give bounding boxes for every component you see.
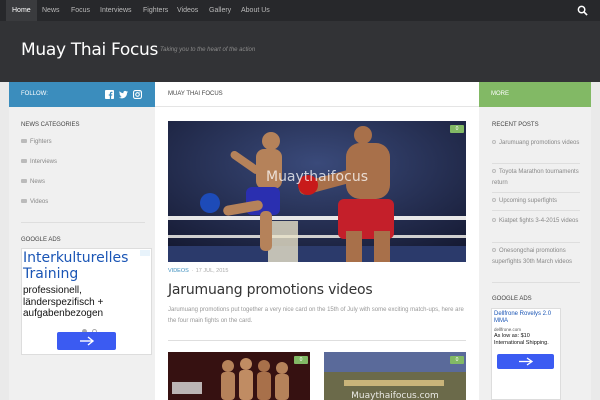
nav-interviews[interactable]: Interviews bbox=[94, 0, 138, 21]
left-sidebar: FOLLOW: NEWS CATEGORIES Fighters Intervi… bbox=[9, 82, 155, 400]
comment-count: 0 bbox=[455, 357, 459, 363]
ad-domain: dellfrone.com bbox=[494, 327, 522, 332]
divider bbox=[492, 192, 580, 193]
more-bar[interactable]: MORE bbox=[479, 82, 591, 107]
ad-arrow-button[interactable] bbox=[497, 354, 554, 369]
post-featured-image[interactable]: Muaythaifocus 0 bbox=[168, 121, 466, 262]
recent-post-link[interactable]: Toyota Marathon tournaments return bbox=[492, 167, 584, 189]
instagram-icon[interactable] bbox=[133, 90, 142, 99]
nav-gallery[interactable]: Gallery bbox=[203, 0, 237, 21]
ad-body: As low as: $10 International Shipping. bbox=[494, 333, 549, 346]
post-category-link[interactable]: VIDEOS bbox=[168, 268, 189, 274]
folder-icon bbox=[21, 139, 27, 143]
nav-videos[interactable]: Videos bbox=[171, 0, 204, 21]
category-link-videos[interactable]: Videos bbox=[21, 199, 48, 205]
post-meta: VIDEOS · 17 JUL, 2015 bbox=[168, 268, 229, 274]
facebook-icon[interactable] bbox=[105, 90, 114, 99]
recent-post-link[interactable]: Onesongchai promotions superfights 30th … bbox=[492, 246, 584, 268]
folder-icon bbox=[21, 199, 27, 203]
arrow-right-icon bbox=[519, 357, 534, 366]
divider bbox=[168, 340, 466, 341]
arrow-right-icon bbox=[80, 336, 95, 346]
divider bbox=[492, 282, 580, 283]
ad-headline[interactable]: Interkulturelles Training bbox=[23, 250, 148, 282]
bullet-icon bbox=[492, 198, 496, 202]
category-label: Videos bbox=[30, 199, 49, 205]
follow-bar: FOLLOW: bbox=[9, 82, 155, 107]
fighters-lineup-image bbox=[168, 352, 310, 400]
ad-banner-left[interactable]: Interkulturelles Training professionell,… bbox=[21, 248, 152, 355]
comment-count-badge[interactable]: 0 bbox=[450, 125, 464, 133]
category-label: Fighters bbox=[30, 139, 52, 145]
image-watermark: Muaythaifocus bbox=[266, 169, 368, 185]
site-header: Muay Thai Focus Taking you to the heart … bbox=[0, 21, 600, 82]
nav-home[interactable]: Home bbox=[6, 0, 37, 21]
ad-headline[interactable]: Dellfrone Rovelys 2.0 MMA bbox=[494, 311, 559, 325]
nav-about-us[interactable]: About Us bbox=[235, 0, 276, 21]
recent-post-title: Jarumuang promotions videos bbox=[499, 140, 580, 146]
site-tagline: Taking you to the heart of the action bbox=[160, 47, 256, 53]
right-sidebar: MORE RECENT POSTS Jarumuang promotions v… bbox=[479, 82, 591, 400]
ad-body: professionell, länderspezifisch + aufgab… bbox=[23, 285, 104, 319]
folder-icon bbox=[21, 159, 27, 163]
post-thumbnail[interactable]: 0 bbox=[168, 352, 310, 400]
divider bbox=[492, 163, 580, 164]
google-ads-title: GOOGLE ADS bbox=[492, 296, 532, 302]
nav-news[interactable]: News bbox=[36, 0, 66, 21]
bullet-icon bbox=[492, 248, 496, 252]
recent-post-title: Upcoming superfights bbox=[499, 198, 558, 204]
main-section-header: MUAY THAI FOCUS bbox=[155, 82, 479, 107]
follow-label: FOLLOW: bbox=[21, 91, 48, 97]
twitter-icon[interactable] bbox=[119, 90, 128, 99]
recent-post-link[interactable]: Jarumuang promotions videos bbox=[492, 138, 584, 149]
post-title[interactable]: Jarumuang promotions videos bbox=[168, 282, 373, 298]
comment-count-badge[interactable]: 0 bbox=[450, 356, 464, 364]
top-nav: Home News Focus Interviews Fighters Vide… bbox=[0, 0, 600, 21]
divider bbox=[492, 210, 580, 211]
bullet-icon bbox=[492, 218, 496, 222]
nav-focus[interactable]: Focus bbox=[65, 0, 96, 21]
section-label: MUAY THAI FOCUS bbox=[168, 91, 223, 97]
nav-fighters[interactable]: Fighters bbox=[137, 0, 174, 21]
ad-banner-right[interactable]: Dellfrone Rovelys 2.0 MMA dellfrone.com … bbox=[491, 308, 561, 400]
category-label: News bbox=[30, 179, 46, 185]
recent-post-title: Onesongchai promotions superfights 30th … bbox=[492, 248, 573, 265]
divider bbox=[21, 222, 145, 223]
google-ads-title: GOOGLE ADS bbox=[21, 237, 61, 243]
comment-count: 0 bbox=[455, 126, 459, 132]
category-link-news[interactable]: News bbox=[21, 179, 45, 185]
ad-arrow-button[interactable] bbox=[57, 332, 116, 350]
recent-post-link[interactable]: Upcoming superfights bbox=[492, 196, 584, 207]
category-link-interviews[interactable]: Interviews bbox=[21, 159, 57, 165]
recent-post-link[interactable]: Kiatpet fights 3-4-2015 videos bbox=[492, 216, 584, 227]
post-thumbnail[interactable]: Muaythaifocus.com 0 bbox=[324, 352, 466, 400]
recent-post-title: Kiatpet fights 3-4-2015 videos bbox=[499, 218, 579, 224]
search-icon[interactable] bbox=[577, 5, 588, 16]
recent-post-title: Toyota Marathon tournaments return bbox=[492, 169, 579, 186]
comment-count-badge[interactable]: 0 bbox=[294, 356, 308, 364]
comment-count: 0 bbox=[299, 357, 303, 363]
news-categories-title: NEWS CATEGORIES bbox=[21, 122, 80, 128]
site-title[interactable]: Muay Thai Focus bbox=[21, 40, 158, 60]
more-label: MORE bbox=[491, 91, 509, 97]
post-date: 17 JUL, 2015 bbox=[195, 268, 229, 274]
stadium-crowd-image: Muaythaifocus.com bbox=[324, 352, 466, 400]
category-label: Interviews bbox=[30, 159, 58, 165]
muay-thai-fight-image: Muaythaifocus bbox=[168, 121, 466, 262]
post-excerpt: Jarumuang promotions put together a very… bbox=[168, 307, 464, 324]
recent-posts-title: RECENT POSTS bbox=[492, 122, 539, 128]
bullet-icon bbox=[492, 140, 496, 144]
bullet-icon bbox=[492, 169, 496, 173]
folder-icon bbox=[21, 179, 27, 183]
category-link-fighters[interactable]: Fighters bbox=[21, 139, 52, 145]
image-watermark: Muaythaifocus.com bbox=[351, 391, 439, 400]
divider bbox=[492, 242, 580, 243]
